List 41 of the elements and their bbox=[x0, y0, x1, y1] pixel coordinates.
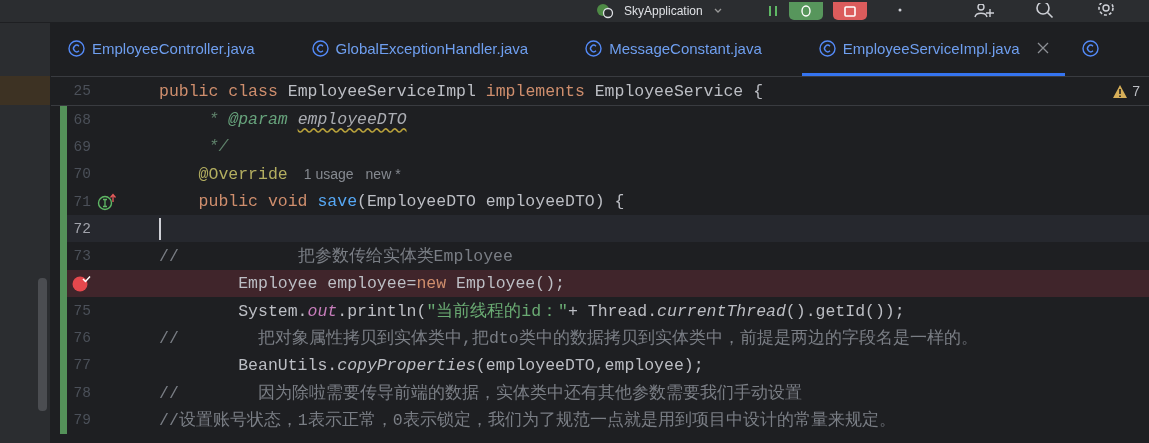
code-line: System.out.println("当前线程的id："+ Thread.currentThread().getId()); bbox=[237, 300, 905, 322]
search-icon[interactable] bbox=[1034, 3, 1055, 19]
warning-icon bbox=[1112, 83, 1129, 99]
add-user-icon[interactable] bbox=[972, 4, 995, 18]
class-icon bbox=[818, 39, 836, 57]
class-icon bbox=[311, 39, 329, 57]
code-line: public class EmployeeServiceImpl implements EmployeeService { bbox=[159, 81, 764, 101]
code-line: BeanUtils.copyProperties(employeeDTO,employee); bbox=[237, 355, 704, 375]
close-icon[interactable] bbox=[1036, 42, 1049, 54]
text-caret bbox=[159, 217, 161, 240]
code-line: * @param employeeDTO bbox=[207, 110, 407, 130]
line-number: 72 bbox=[72, 220, 91, 237]
code-line: Employee employee=new Employee(); bbox=[237, 273, 565, 293]
vcs-change-marker[interactable] bbox=[60, 106, 67, 434]
code-line: // 把参数传给实体类Employee bbox=[159, 246, 513, 268]
stop-button[interactable] bbox=[832, 2, 867, 20]
editor-tab[interactable]: GlobalExceptionHandler.java bbox=[294, 23, 569, 76]
code-line: public void save(EmployeeDTO employeeDTO) { bbox=[197, 192, 625, 212]
code-line: */ bbox=[207, 137, 229, 157]
implements-icon[interactable] bbox=[97, 192, 117, 211]
code-line: @Override bbox=[197, 164, 288, 184]
warnings-indicator[interactable]: 7 bbox=[1112, 83, 1140, 99]
run-config-icon[interactable] bbox=[596, 3, 614, 19]
breakpoint-icon[interactable] bbox=[72, 274, 91, 293]
class-icon bbox=[585, 39, 603, 57]
bug-icon bbox=[800, 5, 811, 17]
stop-icon bbox=[843, 5, 856, 17]
code-line: // 因为除啦需要传导前端的数据，实体类中还有其他参数需要我们手动设置 bbox=[159, 382, 803, 404]
editor-tab[interactable]: EmployeeServiceImpl.java bbox=[801, 23, 1065, 76]
run-configuration-name[interactable]: SkyApplication bbox=[624, 4, 703, 18]
inlay-hint[interactable]: 1 usage bbox=[303, 166, 354, 183]
editor-tab[interactable]: EmployeeController.java bbox=[51, 23, 295, 76]
class-icon bbox=[68, 39, 85, 57]
pause-icon[interactable] bbox=[766, 5, 779, 17]
code-line: //设置账号状态，1表示正常，0表示锁定，我们为了规范一点就是用到项目中设计的常量来规定。 bbox=[159, 409, 896, 431]
class-icon bbox=[1081, 39, 1099, 57]
inlay-hint[interactable]: new * bbox=[365, 166, 401, 183]
debug-button[interactable] bbox=[788, 2, 823, 20]
code-line: // 把对象属性拷贝到实体类中,把dto类中的数据拷贝到实体类中，前提是两边的字段名是一样的。 bbox=[159, 327, 978, 349]
editor-tab[interactable]: MessageConstant.java bbox=[568, 23, 802, 76]
scrollbar[interactable] bbox=[38, 278, 47, 411]
